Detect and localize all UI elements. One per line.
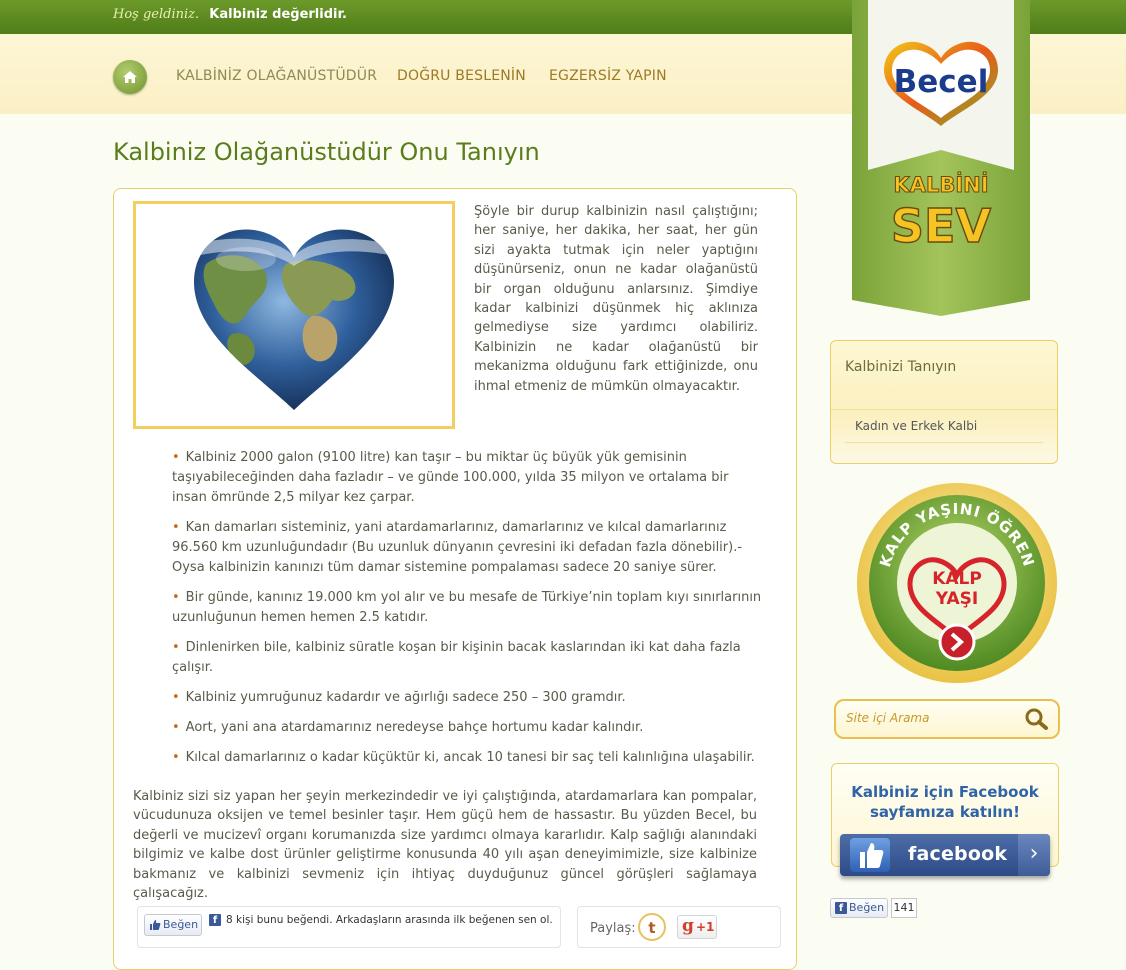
list-item: • Kan damarları sisteminiz, yani atardama… [172,520,743,575]
badge-arrow-button [938,623,976,661]
search-input[interactable] [846,711,1016,725]
badge-line1: KALP [932,569,982,589]
nav-beslenin[interactable]: DOĞRU BESLENİN [397,68,526,84]
divider [831,409,1057,410]
site-search [834,699,1060,739]
like-count-text: 8 kişi bunu beğendi. Arkadaşların arasın… [226,914,553,926]
like-button[interactable]: Beğen [144,914,202,936]
nav-kalbiniz[interactable]: KALBİNİZ OLAĞANÜSTÜDÜR [176,68,377,84]
bullet: • [172,450,180,465]
welcome-text: Hoş geldiniz. Kalbiniz değerlidir. [113,7,347,22]
list-item: • Kılcal damarlarınız o kadar küçüktür ki… [172,750,755,765]
becel-ribbon: Becel KALBİNİ SEV [852,0,1030,316]
heart-earth-image [133,201,455,429]
bullet: • [172,590,180,605]
badge-line2: YAŞI [935,589,978,609]
share-box: Paylaş: t g +1 [577,906,781,948]
facebook-join-button[interactable]: facebook › [840,834,1050,876]
google-icon: g [682,916,694,936]
list-item: • Dinlenirken bile, kalbiniz süratle koşa… [172,640,741,675]
facebook-icon: f [835,902,847,914]
list-item: • Bir günde, kanınız 19.000 km yol alır v… [172,590,762,625]
tagline: Kalbiniz değerlidir. [209,7,347,22]
facebook-wordmark: facebook [908,843,1008,865]
bullet: • [172,640,180,655]
divider [845,442,1043,443]
greeting: Hoş geldiniz. [113,7,200,22]
gplus-button[interactable]: g +1 [677,915,717,939]
sidebox-link[interactable]: Kadın ve Erkek Kalbi [855,419,977,433]
tumblr-share-button[interactable]: t [638,913,666,941]
facebook-like-box: Beğen f 8 kişi bunu beğendi. Arkadaşları… [137,906,561,948]
thumbs-up-icon [850,838,890,872]
sidebox-title: Kalbinizi Tanıyın [845,359,957,375]
home-button[interactable] [113,60,147,94]
list-item: • Aort, yani ana atardamarınız neredeyse … [172,720,644,735]
nav-egzersiz[interactable]: EGZERSİZ YAPIN [549,68,667,84]
bullet: • [172,750,180,765]
list-item: • Kalbiniz 2000 galon (9100 litre) kan ta… [172,450,729,505]
kalbinizi-taniyin-box: Kalbinizi Tanıyın Kadın ve Erkek Kalbi [830,340,1058,464]
becel-logo: Becel [894,64,989,100]
sidebar-like-button[interactable]: f Beğen [830,898,888,918]
intro-paragraph: Şöyle bir durup kalbinizin nasıl çalıştı… [474,204,758,394]
chevron-right-icon: › [1018,834,1050,876]
facts-list: • Kalbiniz 2000 galon (9100 litre) kan ta… [172,448,762,778]
outro-paragraph: Kalbiniz sizi siz yapan her şeyin merkez… [133,789,757,902]
page-title: Kalbiniz Olağanüstüdür Onu Tanıyın [113,138,540,166]
kalp-yasi-badge[interactable]: KALP YAŞINI ÖĞREN KALP YAŞI [854,480,1060,686]
ribbon-line1: KALBİNİ [893,172,988,197]
bullet: • [172,720,180,735]
facebook-icon: f [209,914,221,926]
bullet: • [172,690,180,705]
thumbs-up-icon [150,920,161,930]
bullet: • [172,520,180,535]
list-item: • Kalbiniz yumruğunuz kadardır ve ağırlığ… [172,690,626,705]
search-icon[interactable] [1025,708,1049,730]
home-icon [123,71,137,83]
ribbon-line2: SEV [891,199,992,253]
like-count: 141 [891,898,917,918]
share-label: Paylaş: [590,921,636,936]
facebook-promo-text: Kalbiniz için Facebook sayfamıza katılın… [851,783,1039,821]
